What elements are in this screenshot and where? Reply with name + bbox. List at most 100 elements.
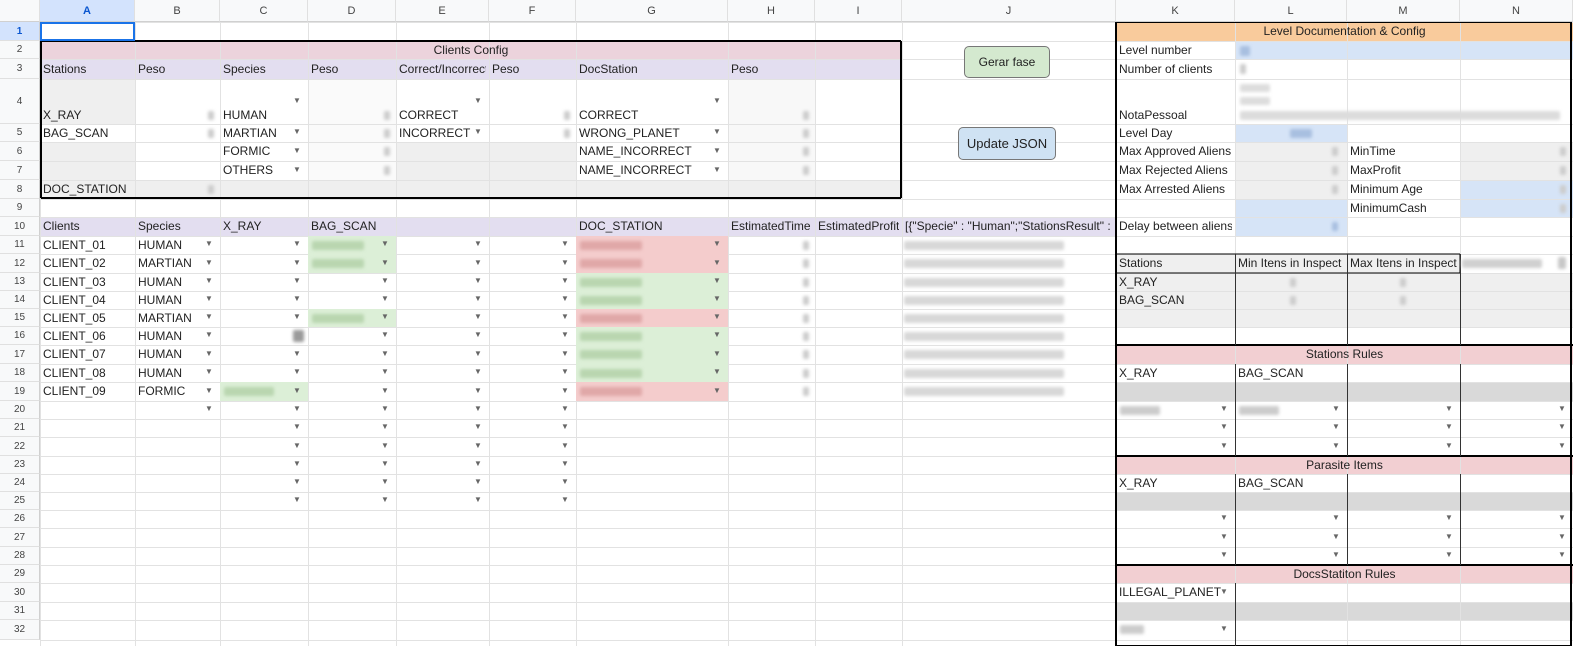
dropdown-arrow-icon[interactable]: ▼ <box>713 349 721 358</box>
dropdown-arrow-icon[interactable]: ▼ <box>293 349 301 358</box>
dropdown-arrow-icon[interactable]: ▼ <box>713 330 721 339</box>
dropdown-arrow-icon[interactable]: ▼ <box>205 294 213 303</box>
dropdown-arrow-icon[interactable]: ▼ <box>1332 532 1340 541</box>
dropdown-arrow-icon[interactable]: ▼ <box>293 96 301 105</box>
dropdown-arrow-icon[interactable]: ▼ <box>1445 404 1453 413</box>
row-header-13[interactable]: 13 <box>0 273 40 291</box>
dropdown-arrow-icon[interactable]: ▼ <box>474 349 482 358</box>
dropdown-arrow-icon[interactable]: ▼ <box>561 386 569 395</box>
dropdown-arrow-icon[interactable]: ▼ <box>1220 550 1228 559</box>
dropdown-arrow-icon[interactable]: ▼ <box>561 276 569 285</box>
dropdown-arrow-icon[interactable]: ▼ <box>474 441 482 450</box>
column-header-e[interactable]: E <box>396 0 489 22</box>
row-header-25[interactable]: 25 <box>0 492 40 510</box>
dropdown-arrow-icon[interactable]: ▼ <box>713 165 721 174</box>
dropdown-arrow-icon[interactable]: ▼ <box>1220 441 1228 450</box>
dropdown-arrow-icon[interactable]: ▼ <box>381 330 389 339</box>
dropdown-arrow-icon[interactable]: ▼ <box>561 294 569 303</box>
row-header-24[interactable]: 24 <box>0 474 40 492</box>
dropdown-arrow-icon[interactable]: ▼ <box>293 146 301 155</box>
row-header-1[interactable]: 1 <box>0 22 40 41</box>
dropdown-arrow-icon[interactable]: ▼ <box>205 239 213 248</box>
dropdown-arrow-icon[interactable]: ▼ <box>1445 550 1453 559</box>
dropdown-arrow-icon[interactable]: ▼ <box>474 258 482 267</box>
dropdown-arrow-icon[interactable]: ▼ <box>293 386 301 395</box>
dropdown-arrow-icon[interactable]: ▼ <box>474 367 482 376</box>
gerar-fase-button[interactable]: Gerar fase <box>964 46 1050 78</box>
dropdown-arrow-icon[interactable]: ▼ <box>1445 422 1453 431</box>
dropdown-arrow-icon[interactable]: ▼ <box>381 349 389 358</box>
update-json-button[interactable]: Update JSON <box>958 127 1056 160</box>
dropdown-arrow-icon[interactable]: ▼ <box>474 422 482 431</box>
dropdown-arrow-icon[interactable]: ▼ <box>474 239 482 248</box>
column-header-d[interactable]: D <box>308 0 396 22</box>
dropdown-arrow-icon[interactable]: ▼ <box>293 477 301 486</box>
dropdown-arrow-icon[interactable]: ▼ <box>293 239 301 248</box>
dropdown-arrow-icon[interactable]: ▼ <box>1220 532 1228 541</box>
dropdown-arrow-icon[interactable]: ▼ <box>1332 441 1340 450</box>
column-header-b[interactable]: B <box>135 0 220 22</box>
dropdown-arrow-icon[interactable]: ▼ <box>561 330 569 339</box>
dropdown-arrow-icon[interactable]: ▼ <box>205 349 213 358</box>
dropdown-arrow-icon[interactable]: ▼ <box>1558 404 1566 413</box>
dropdown-arrow-icon[interactable]: ▼ <box>205 276 213 285</box>
dropdown-arrow-icon[interactable]: ▼ <box>1220 587 1228 596</box>
row-header-18[interactable]: 18 <box>0 364 40 382</box>
column-header-i[interactable]: I <box>815 0 902 22</box>
row-header-19[interactable]: 19 <box>0 382 40 401</box>
dropdown-arrow-icon[interactable]: ▼ <box>561 441 569 450</box>
row-header-23[interactable]: 23 <box>0 456 40 474</box>
dropdown-arrow-icon[interactable]: ▼ <box>381 495 389 504</box>
selected-cell-a1[interactable] <box>40 22 135 41</box>
column-header-h[interactable]: H <box>728 0 815 22</box>
row-header-16[interactable]: 16 <box>0 327 40 345</box>
row-header-14[interactable]: 14 <box>0 291 40 309</box>
dropdown-arrow-icon[interactable]: ▼ <box>293 441 301 450</box>
dropdown-arrow-icon[interactable]: ▼ <box>293 165 301 174</box>
dropdown-arrow-icon[interactable]: ▼ <box>474 330 482 339</box>
dropdown-arrow-icon[interactable]: ▼ <box>474 386 482 395</box>
dropdown-arrow-icon[interactable]: ▼ <box>474 96 482 105</box>
dropdown-arrow-icon[interactable]: ▼ <box>205 386 213 395</box>
dropdown-arrow-icon[interactable]: ▼ <box>205 367 213 376</box>
dropdown-arrow-icon[interactable]: ▼ <box>474 459 482 468</box>
row-header-31[interactable]: 31 <box>0 602 40 620</box>
dropdown-arrow-icon[interactable]: ▼ <box>1558 441 1566 450</box>
dropdown-arrow-icon[interactable]: ▼ <box>1558 513 1566 522</box>
dropdown-arrow-icon[interactable]: ▼ <box>1332 513 1340 522</box>
column-header-c[interactable]: C <box>220 0 308 22</box>
dropdown-arrow-icon[interactable]: ▼ <box>1445 441 1453 450</box>
dropdown-arrow-icon[interactable]: ▼ <box>381 404 389 413</box>
dropdown-arrow-icon[interactable]: ▼ <box>1445 513 1453 522</box>
column-header-f[interactable]: F <box>489 0 576 22</box>
dropdown-arrow-icon[interactable]: ▼ <box>561 367 569 376</box>
dropdown-arrow-icon[interactable]: ▼ <box>713 96 721 105</box>
column-header-g[interactable]: G <box>576 0 728 22</box>
column-header-a[interactable]: A <box>40 0 135 22</box>
row-header-12[interactable]: 12 <box>0 254 40 273</box>
dropdown-arrow-icon[interactable]: ▼ <box>474 495 482 504</box>
dropdown-arrow-icon[interactable]: ▼ <box>381 477 389 486</box>
row-header-11[interactable]: 11 <box>0 236 40 254</box>
row-header-32[interactable]: 32 <box>0 620 40 640</box>
dropdown-arrow-icon[interactable]: ▼ <box>205 404 213 413</box>
dropdown-arrow-icon[interactable]: ▼ <box>713 258 721 267</box>
row-header-29[interactable]: 29 <box>0 565 40 583</box>
dropdown-arrow-icon[interactable]: ▼ <box>205 258 213 267</box>
dropdown-arrow-icon[interactable]: ▼ <box>474 477 482 486</box>
dropdown-arrow-icon[interactable]: ▼ <box>381 459 389 468</box>
dropdown-arrow-icon[interactable]: ▼ <box>381 312 389 321</box>
row-header-6[interactable]: 6 <box>0 142 40 161</box>
dropdown-arrow-icon[interactable]: ▼ <box>293 294 301 303</box>
dropdown-arrow-icon[interactable]: ▼ <box>561 312 569 321</box>
dropdown-arrow-icon[interactable]: ▼ <box>381 276 389 285</box>
dropdown-arrow-icon[interactable]: ▼ <box>713 367 721 376</box>
dropdown-arrow-icon[interactable]: ▼ <box>293 127 301 136</box>
column-header-k[interactable]: K <box>1116 0 1235 22</box>
dropdown-arrow-icon[interactable]: ▼ <box>381 422 389 431</box>
dropdown-arrow-icon[interactable]: ▼ <box>1558 422 1566 431</box>
row-header-28[interactable]: 28 <box>0 547 40 565</box>
dropdown-arrow-icon[interactable]: ▼ <box>474 127 482 136</box>
dropdown-arrow-icon[interactable]: ▼ <box>561 258 569 267</box>
dropdown-arrow-icon[interactable]: ▼ <box>561 404 569 413</box>
